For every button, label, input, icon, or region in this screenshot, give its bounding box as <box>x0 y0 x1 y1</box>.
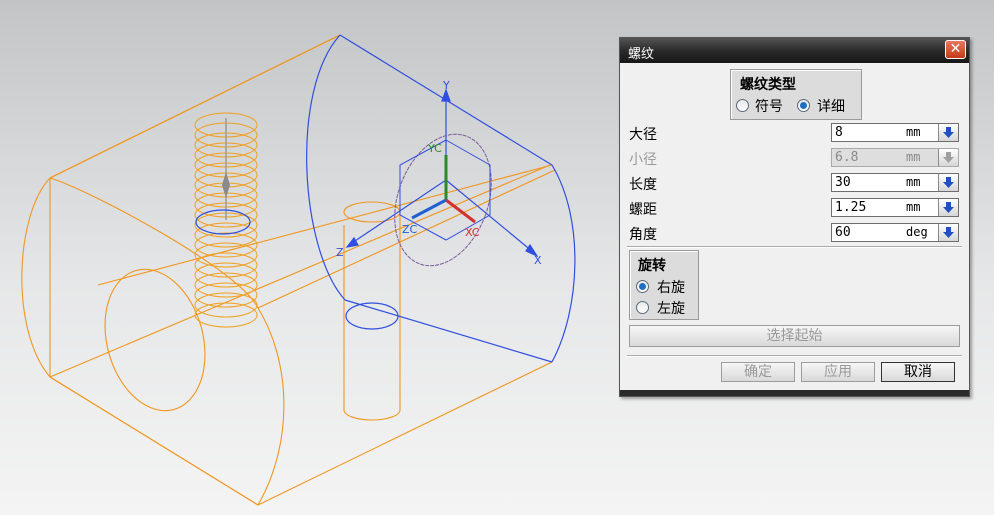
major-diameter-unit: mm <box>906 125 921 139</box>
minor-diameter-field: 6.8 mm <box>831 148 959 167</box>
yc-axis-label: YC <box>427 142 442 155</box>
length-field[interactable]: 30 mm <box>831 173 959 192</box>
radio-symbolic-label: 符号 <box>755 99 783 115</box>
select-start-button[interactable]: 选择起始 <box>629 325 960 347</box>
thread-type-group: 螺纹类型 符号 详细 <box>730 69 862 120</box>
apply-button[interactable]: 应用 <box>801 362 875 382</box>
x-axis-label: X <box>534 254 542 267</box>
major-diameter-label: 大径 <box>629 127 657 143</box>
pitch-field[interactable]: 1.25 mm <box>831 198 959 217</box>
ok-button[interactable]: 确定 <box>721 362 795 382</box>
radio-right-hand[interactable] <box>636 280 649 293</box>
separator <box>627 246 962 248</box>
minor-diameter-unit: mm <box>906 150 921 164</box>
major-diameter-dropdown[interactable] <box>938 124 958 141</box>
z-axis-label: Z <box>336 246 344 259</box>
thread-type-title: 螺纹类型 <box>740 77 796 93</box>
thread-dialog: 螺纹 ✕ 螺纹类型 符号 详细 大径 8 mm 小径 6.8 mm 长度 30 … <box>619 37 970 397</box>
rotation-title: 旋转 <box>638 258 666 274</box>
length-unit: mm <box>906 175 921 189</box>
length-dropdown[interactable] <box>938 174 958 191</box>
radio-left-hand-label: 左旋 <box>657 301 685 317</box>
pitch-label: 螺距 <box>629 202 657 218</box>
dialog-bottom-strip <box>620 390 969 396</box>
graphics-viewport[interactable]: Y X Z YC XC ZC <box>0 0 620 515</box>
radio-right-hand-label: 右旋 <box>657 280 685 296</box>
cancel-button[interactable]: 取消 <box>881 362 955 382</box>
pitch-value: 1.25 <box>835 200 867 215</box>
major-diameter-value: 8 <box>835 125 843 140</box>
dialog-titlebar[interactable]: 螺纹 ✕ <box>620 38 969 63</box>
arrow-down-icon <box>943 152 954 163</box>
arrow-down-icon <box>943 202 954 213</box>
dialog-title: 螺纹 <box>628 47 655 62</box>
radio-detailed[interactable] <box>797 99 810 112</box>
pitch-unit: mm <box>906 200 921 214</box>
y-axis-label: Y <box>442 79 450 92</box>
xc-axis-label: XC <box>465 226 480 239</box>
work-plane <box>394 133 492 267</box>
rotation-group: 旋转 右旋 左旋 <box>629 250 699 320</box>
model-wireframe: Y X Z YC XC ZC <box>21 34 576 506</box>
angle-dropdown[interactable] <box>938 224 958 241</box>
length-label: 长度 <box>629 177 657 193</box>
angle-unit: deg <box>906 225 928 239</box>
zc-axis-label: ZC <box>402 223 418 236</box>
wcs-triad <box>345 88 539 258</box>
arrow-down-icon <box>943 127 954 138</box>
close-icon[interactable]: ✕ <box>945 40 966 59</box>
arrow-down-icon <box>943 227 954 238</box>
length-value: 30 <box>835 175 851 190</box>
angle-field[interactable]: 60 deg <box>831 223 959 242</box>
arrow-down-icon <box>943 177 954 188</box>
radio-symbolic[interactable] <box>736 99 749 112</box>
minor-diameter-label: 小径 <box>629 152 657 168</box>
pitch-dropdown[interactable] <box>938 199 958 216</box>
minor-diameter-value: 6.8 <box>835 150 859 165</box>
minor-diameter-dropdown <box>938 149 958 166</box>
radio-detailed-label: 详细 <box>817 99 845 115</box>
angle-value: 60 <box>835 225 851 240</box>
radio-left-hand[interactable] <box>636 301 649 314</box>
major-diameter-field[interactable]: 8 mm <box>831 123 959 142</box>
cross-hole <box>104 268 206 412</box>
separator <box>627 355 962 357</box>
angle-label: 角度 <box>629 227 657 243</box>
